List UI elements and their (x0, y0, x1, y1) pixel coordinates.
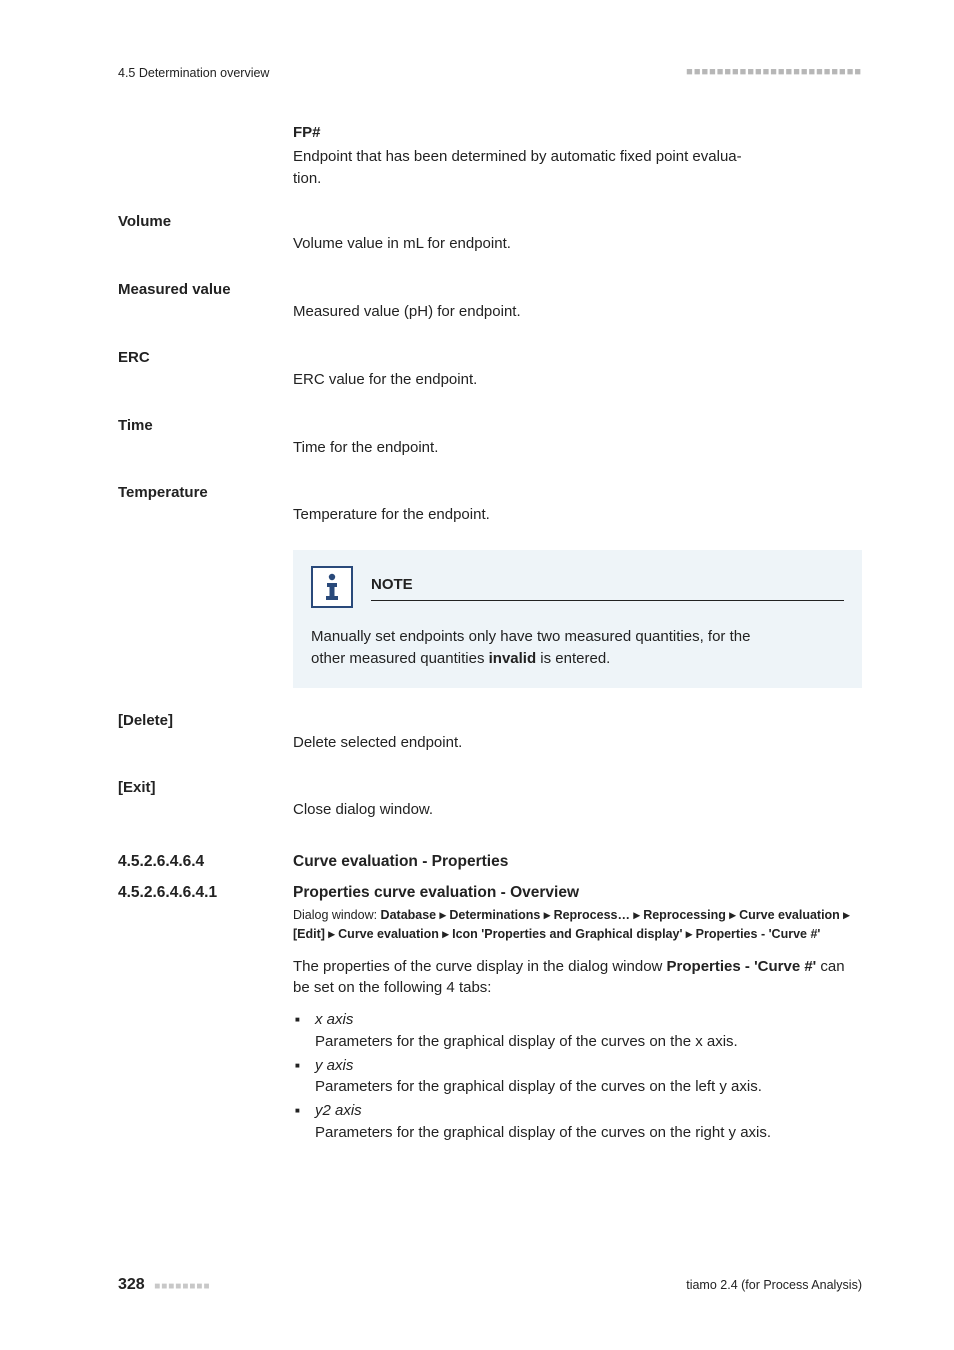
list-item: x axis Parameters for the graphical disp… (293, 1009, 862, 1053)
term-label: Volume (118, 211, 293, 259)
section-number: 4.5.2.6.4.6.4.1 (118, 882, 293, 904)
header-section: 4.5 Determination overview (118, 64, 269, 82)
note-title: NOTE (371, 574, 844, 600)
tab-name: y axis (315, 1057, 353, 1074)
fp-definition: FP# Endpoint that has been determined by… (293, 122, 862, 189)
section-number: 4.5.2.6.4.6.4 (118, 851, 293, 873)
tab-description: Parameters for the graphical display of … (315, 1033, 738, 1050)
action-exit: [Exit] Close dialog window. (118, 777, 862, 825)
definition-measured-value: Measured value Measured value (pH) for e… (118, 279, 862, 327)
divider (371, 600, 844, 601)
page-content: FP# Endpoint that has been determined by… (118, 122, 862, 1143)
text: Manually set endpoints only have two mea… (311, 628, 750, 645)
definition-time: Time Time for the endpoint. (118, 415, 862, 463)
action-delete: [Delete] Delete selected endpoint. (118, 710, 862, 758)
running-header: 4.5 Determination overview ■■■■■■■■■■■■■… (118, 64, 862, 82)
tab-name: y2 axis (315, 1102, 362, 1119)
text: Properties - 'Curve #' (667, 958, 817, 975)
footer-product: tiamo 2.4 (for Process Analysis) (686, 1276, 862, 1294)
text: is entered. (536, 650, 610, 667)
footer-left: 328 ■■■■■■■■ (118, 1273, 211, 1296)
list-item: y axis Parameters for the graphical disp… (293, 1055, 862, 1099)
tab-name: x axis (315, 1011, 353, 1028)
definition-temperature: Temperature Temperature for the endpoint… (118, 482, 862, 530)
section-title: Curve evaluation - Properties (293, 851, 862, 873)
text: other measured quantities (311, 650, 489, 667)
page-number: 328 (118, 1276, 145, 1293)
action-label: [Exit] (118, 777, 293, 825)
action-text: Delete selected endpoint. (293, 732, 862, 754)
tab-description: Parameters for the graphical display of … (315, 1078, 762, 1095)
fp-description: Endpoint that has been determined by aut… (293, 146, 862, 190)
text: The properties of the curve display in t… (293, 958, 667, 975)
definition-erc: ERC ERC value for the endpoint. (118, 347, 862, 395)
footer-ornament: ■■■■■■■■ (154, 1281, 210, 1292)
term-text: Measured value (pH) for endpoint. (293, 301, 862, 323)
text: invalid (489, 650, 537, 667)
fp-label: FP# (293, 122, 862, 144)
list-item: y2 axis Parameters for the graphical dis… (293, 1100, 862, 1144)
action-text: Close dialog window. (293, 799, 862, 821)
section-title: Properties curve evaluation - Overview (293, 882, 862, 904)
text: tion. (293, 170, 321, 187)
intro-paragraph: The properties of the curve display in t… (293, 956, 862, 1000)
note-body: Manually set endpoints only have two mea… (311, 626, 844, 670)
term-text: Volume value in mL for endpoint. (293, 233, 862, 255)
tab-description: Parameters for the graphical display of … (315, 1124, 771, 1141)
term-label: ERC (118, 347, 293, 395)
page-footer: 328 ■■■■■■■■ tiamo 2.4 (for Process Anal… (118, 1273, 862, 1296)
action-label: [Delete] (118, 710, 293, 758)
note-header: NOTE (311, 566, 844, 608)
header-ornament: ■■■■■■■■■■■■■■■■■■■■■■■ (686, 65, 862, 81)
section-heading-1: 4.5.2.6.4.6.4 Curve evaluation - Propert… (118, 851, 862, 873)
section-heading-2: 4.5.2.6.4.6.4.1 Properties curve evaluat… (118, 882, 862, 904)
definition-volume: Volume Volume value in mL for endpoint. (118, 211, 862, 259)
term-text: Temperature for the endpoint. (293, 504, 862, 526)
breadcrumb: Dialog window: Database ▸ Determinations… (293, 906, 862, 944)
note-box: NOTE Manually set endpoints only have tw… (293, 550, 862, 688)
term-label: Measured value (118, 279, 293, 327)
info-icon (311, 566, 353, 608)
term-text: ERC value for the endpoint. (293, 369, 862, 391)
term-label: Temperature (118, 482, 293, 530)
term-text: Time for the endpoint. (293, 437, 862, 459)
text: Dialog window: (293, 908, 381, 922)
term-label: Time (118, 415, 293, 463)
tabs-list: x axis Parameters for the graphical disp… (293, 1009, 862, 1144)
text: Endpoint that has been determined by aut… (293, 148, 742, 165)
